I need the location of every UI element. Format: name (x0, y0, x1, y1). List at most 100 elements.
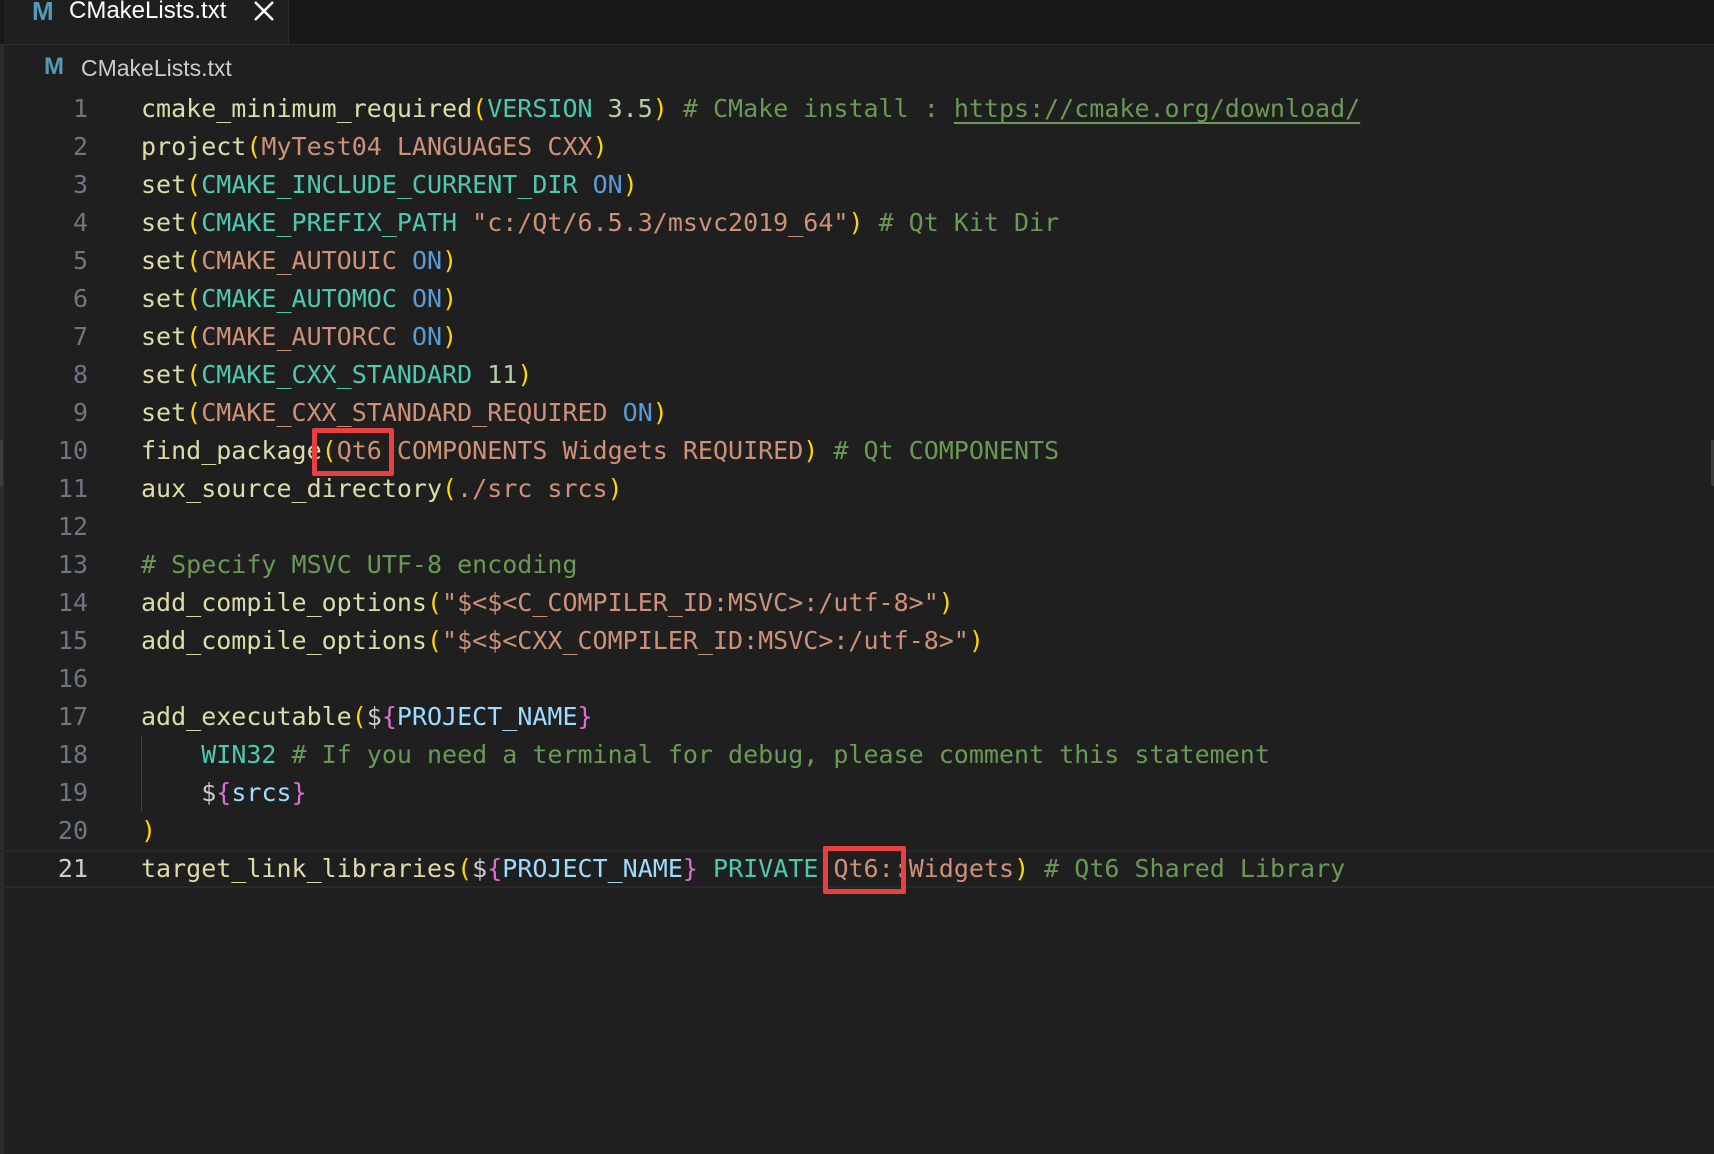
code-token: ( (472, 94, 488, 123)
code-token: target_link_libraries (141, 854, 458, 883)
code-text: # Specify MSVC UTF-8 encoding (141, 546, 578, 584)
code-token: CMAKE_AUTOMOC (201, 284, 397, 313)
code-line[interactable]: 10 find_package(Qt6 COMPONENTS Widgets RE… (0, 432, 1714, 470)
code-token: CMAKE_CXX_STANDARD (201, 360, 473, 389)
line-number: 8 (72, 360, 88, 389)
code-token: set (141, 322, 187, 351)
code-token: set (141, 398, 187, 427)
code-token: { (381, 702, 397, 731)
code-token: ) (938, 588, 954, 617)
code-line[interactable]: 13 # Specify MSVC UTF-8 encoding (0, 546, 1714, 584)
code-token: # Qt Kit Dir (863, 208, 1060, 237)
code-token: { (216, 778, 232, 807)
code-token: cmake_minimum_required (141, 94, 473, 123)
code-line[interactable]: 1 cmake_minimum_required(VERSION 3.5) # C… (0, 90, 1714, 128)
line-number: 16 (57, 664, 88, 693)
code-token: Qt6 COMPONENTS Widgets REQUIRED (336, 436, 804, 465)
line-number: 4 (72, 208, 88, 237)
line-number: 9 (72, 398, 88, 427)
code-token: PROJECT_NAME (502, 854, 683, 883)
code-line[interactable]: 20) (0, 812, 1714, 850)
code-line[interactable]: 2 project(MyTest04 LANGUAGES CXX) (0, 128, 1714, 166)
code-token: ON (622, 398, 653, 427)
editor-window: M CMakeLists.txt M CMakeLists.txt 1 cmake… (0, 0, 1714, 1154)
line-number: 2 (72, 132, 88, 161)
code-text: set(CMAKE_AUTOUIC ON) (141, 242, 457, 280)
code-line[interactable]: 17 add_executable(${PROJECT_NAME} (0, 698, 1714, 736)
code-token: aux_source_directory (141, 474, 443, 503)
line-number: 21 (57, 854, 88, 883)
code-token: ) (592, 132, 608, 161)
code-line[interactable]: 11 aux_source_directory(./src srcs) (0, 470, 1714, 508)
code-token: 11 (487, 360, 518, 389)
tab-cmakelists[interactable]: M CMakeLists.txt (4, 0, 289, 44)
code-token: ) (442, 284, 458, 313)
code-line[interactable]: 16 (0, 660, 1714, 698)
line-number: 18 (57, 740, 88, 769)
code-token: add_compile_options (141, 588, 427, 617)
code-line[interactable]: 7 set(CMAKE_AUTORCC ON) (0, 318, 1714, 356)
code-token: ON (411, 246, 443, 275)
code-line[interactable]: 19 ${srcs} (0, 774, 1714, 812)
code-text: add_compile_options("$<$<CXX_COMPILER_ID… (141, 622, 984, 660)
code-token: ) (848, 208, 864, 237)
code-text: set(CMAKE_AUTORCC ON) (141, 318, 457, 356)
code-editor[interactable]: 1 cmake_minimum_required(VERSION 3.5) # C… (0, 90, 1714, 888)
code-token: CMAKE_INCLUDE_CURRENT_DIR (201, 170, 578, 199)
code-line[interactable]: 18 WIN32 # If you need a terminal for de… (0, 736, 1714, 774)
line-number: 20 (57, 816, 88, 845)
code-token: # Qt6 Shared Library (1029, 854, 1346, 883)
line-number: 1 (72, 94, 88, 123)
code-token: ON (411, 322, 443, 351)
code-token: ) (607, 474, 623, 503)
cmake-file-icon: M (32, 0, 54, 26)
code-token: ) (803, 436, 819, 465)
code-token: "c:/Qt/6.5.3/msvc2019_64" (472, 208, 849, 237)
code-line[interactable]: 3 set(CMAKE_INCLUDE_CURRENT_DIR ON) (0, 166, 1714, 204)
code-token: CMAKE_AUTORCC (201, 322, 397, 351)
code-token: { (487, 854, 503, 883)
code-token: # If you need a terminal for debug, plea… (276, 740, 1270, 769)
code-token: set (141, 246, 187, 275)
code-token: ( (442, 474, 458, 503)
line-number: 3 (72, 170, 88, 199)
code-token: set (141, 284, 187, 313)
code-token: $ (366, 702, 382, 731)
code-token: ( (186, 398, 202, 427)
code-token: CMAKE_AUTOUIC (201, 246, 397, 275)
line-number: 15 (57, 626, 88, 655)
code-token: ) (652, 94, 668, 123)
code-token: ( (186, 170, 202, 199)
code-token: 3.5 (607, 94, 653, 123)
line-number: 13 (57, 550, 88, 579)
code-token: MyTest04 LANGUAGES CXX (261, 132, 593, 161)
code-token: find_package (141, 436, 322, 465)
code-token: "$<$<CXX_COMPILER_ID:MSVC>:/utf-8>" (442, 626, 969, 655)
code-text: set(CMAKE_PREFIX_PATH "c:/Qt/6.5.3/msvc2… (141, 204, 1059, 242)
code-token: ( (186, 208, 202, 237)
breadcrumb-file-label[interactable]: CMakeLists.txt (81, 53, 232, 83)
code-line[interactable]: 12 (0, 508, 1714, 546)
code-line[interactable]: 9 set(CMAKE_CXX_STANDARD_REQUIRED ON) (0, 394, 1714, 432)
tab-bar: M CMakeLists.txt (0, 0, 1714, 45)
code-token: ON (411, 284, 443, 313)
line-number: 12 (57, 512, 88, 541)
code-token: ) (442, 322, 458, 351)
code-line[interactable]: 15 add_compile_options("$<$<CXX_COMPILER_… (0, 622, 1714, 660)
code-line[interactable]: 5 set(CMAKE_AUTOUIC ON) (0, 242, 1714, 280)
code-line[interactable]: 6 set(CMAKE_AUTOMOC ON) (0, 280, 1714, 318)
code-token: ( (457, 854, 473, 883)
code-text: set(CMAKE_CXX_STANDARD_REQUIRED ON) (141, 394, 668, 432)
code-line[interactable]: 14 add_compile_options("$<$<C_COMPILER_ID… (0, 584, 1714, 622)
code-line[interactable]: 8 set(CMAKE_CXX_STANDARD 11) (0, 356, 1714, 394)
code-token: $ (472, 854, 488, 883)
code-line[interactable]: 4 set(CMAKE_PREFIX_PATH "c:/Qt/6.5.3/msvc… (0, 204, 1714, 242)
code-token: ( (186, 246, 202, 275)
code-token: # CMake install : (667, 94, 954, 123)
close-icon[interactable] (252, 0, 276, 25)
